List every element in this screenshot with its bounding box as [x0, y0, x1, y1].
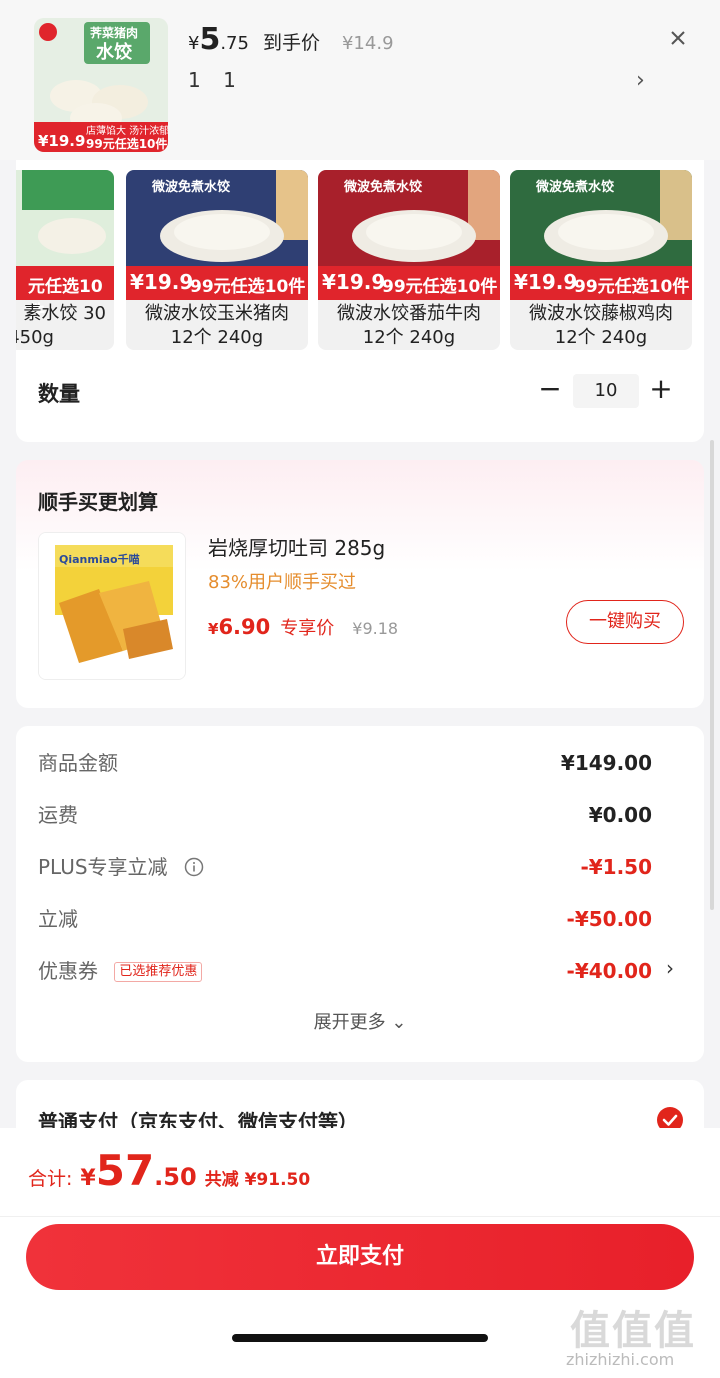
promo-price: ¥19.9: [130, 270, 194, 294]
quantity-input[interactable]: 10: [573, 374, 639, 408]
variant-name: 微波水饺番茄牛肉: [337, 303, 481, 324]
cross-sell-original-price: ¥9.18: [352, 619, 399, 638]
summary-row: 立减 -¥50.00: [38, 904, 652, 934]
summary-label: PLUS专享立减: [38, 855, 168, 879]
divider: [0, 1216, 720, 1217]
cross-sell-product-name[interactable]: 岩烧厚切吐司 285g: [208, 532, 385, 561]
thumb-promo-text: 99元任选10件: [86, 137, 168, 151]
thumb-subtitle: 水饺: [96, 42, 132, 63]
price-summary-card: 商品金额 ¥149.00 运费 ¥0.00 PLUS专享立减 -¥1.50 立减…: [16, 726, 704, 1062]
home-indicator[interactable]: [232, 1334, 488, 1342]
summary-label: 商品金额: [38, 751, 118, 775]
variant-option[interactable]: 微波免煮水饺 ¥19.9 99元任选10件 微波水饺番茄牛肉 12个 240g: [318, 170, 500, 350]
summary-value: ¥149.00: [560, 751, 652, 775]
variant-spec: 12个 240g: [554, 327, 648, 348]
quantity-label: 数量: [38, 382, 80, 406]
summary-row: PLUS专享立减 -¥1.50: [38, 852, 652, 882]
price-decimal: .75: [220, 33, 249, 54]
variant-spec: 12个 240g: [170, 327, 264, 348]
price-currency: ¥: [188, 33, 200, 54]
header-price: ¥ 5 .75 到手价 ¥14.9: [188, 22, 394, 57]
product-thumbnail[interactable]: 荠菜猪肉 水饺 店薄馅大 汤汁浓郁 ¥19.9 99元任选10件: [34, 18, 168, 152]
cross-sell-price-tag: 专享价: [280, 618, 335, 639]
summary-value: -¥1.50: [580, 855, 652, 879]
checkout-bar: 合计: ¥ 57 .50 共减 ¥91.50 立即支付 值值值 zhizhizh…: [0, 1128, 720, 1378]
cross-sell-brand: Qianmiao千喵: [59, 553, 140, 566]
quantity-decrease-button[interactable]: −: [536, 374, 564, 404]
total-currency: ¥: [80, 1166, 96, 1191]
promo-text: 99元任选10件: [382, 277, 498, 297]
variant-brand: 微波免煮水饺: [536, 180, 615, 195]
cross-sell-card: 顺手买更划算 Qianmiao千喵 岩烧厚切吐司 285g 83%用户顺手买过 …: [16, 460, 704, 708]
variant-spec: 12个 240g: [362, 327, 456, 348]
promo-badge: ¥19.9 99元任选10件: [318, 266, 500, 300]
quantity-increase-button[interactable]: +: [646, 374, 676, 404]
variants-card: 元任选10件 素水饺 30 450g 微波免煮水饺 ¥19.9 99元任选10件…: [16, 160, 704, 442]
price-integer: 5: [199, 22, 221, 57]
variant-option[interactable]: 微波免煮水饺 ¥19.9 99元任选10件 微波水饺玉米猪肉 12个 240g: [126, 170, 308, 350]
cross-sell-bought-text: 83%用户顺手买过: [208, 572, 357, 593]
promo-badge: 元任选10件: [16, 266, 114, 322]
summary-label: 运费: [38, 803, 78, 827]
summary-value: ¥0.00: [588, 803, 652, 827]
summary-row: 商品金额 ¥149.00: [38, 748, 652, 778]
price-tag: 到手价: [262, 32, 320, 54]
order-total: 合计: ¥ 57 .50 共减 ¥91.50: [28, 1146, 310, 1195]
variant-name: 素水饺 30: [23, 303, 106, 324]
summary-row: 运费 ¥0.00: [38, 800, 652, 830]
quick-buy-button[interactable]: 一键购买: [566, 600, 684, 644]
close-icon[interactable]: [668, 28, 688, 48]
total-integer: 57: [95, 1146, 155, 1195]
variant-image: [16, 170, 114, 266]
watermark-url: zhizhizhi.com: [566, 1350, 675, 1369]
summary-label: 优惠券: [38, 959, 98, 983]
promo-badge: ¥19.9 99元任选10件: [510, 266, 692, 300]
variant-brand: 微波免煮水饺: [344, 180, 423, 195]
promo-price: ¥19.9: [322, 270, 386, 294]
cross-sell-currency: ¥: [208, 620, 219, 638]
cross-sell-price-value: 6.90: [218, 615, 271, 639]
cross-sell-title: 顺手买更划算: [38, 490, 158, 514]
summary-value: -¥50.00: [566, 907, 652, 931]
chevron-right-icon[interactable]: ›: [636, 68, 645, 93]
total-decimal: .50: [154, 1163, 197, 1191]
cross-sell-image[interactable]: Qianmiao千喵: [38, 532, 186, 680]
variant-spec: 450g: [16, 327, 54, 348]
summary-label: 立减: [38, 907, 78, 931]
pay-now-button[interactable]: 立即支付: [26, 1224, 694, 1290]
coupon-tag: 已选推荐优惠: [114, 962, 203, 982]
total-savings: 共减 ¥91.50: [204, 1170, 311, 1190]
summary-label-wrap: 优惠券 已选推荐优惠: [38, 956, 203, 986]
variant-brand: 微波免煮水饺: [152, 180, 231, 195]
product-sheet-header: 荠菜猪肉 水饺 店薄馅大 汤汁浓郁 ¥19.9 99元任选10件 ¥ 5 .75…: [0, 0, 720, 160]
variant-option[interactable]: 元任选10件 素水饺 30 450g: [16, 170, 114, 350]
cross-sell-price: ¥ 6.90 专享价 ¥9.18: [208, 614, 398, 640]
variant-option[interactable]: 微波免煮水饺 ¥19.9 99元任选10件 微波水饺藤椒鸡肉 12个 240g: [510, 170, 692, 350]
promo-badge: ¥19.9 99元任选10件: [126, 266, 308, 300]
promo-text: 99元任选10件: [574, 277, 690, 297]
expand-more-button[interactable]: 展开更多 ⌄: [16, 1008, 704, 1034]
promo-text: 99元任选10件: [190, 277, 306, 297]
scrollbar[interactable]: [710, 440, 714, 910]
original-price: ¥14.9: [341, 33, 394, 54]
variant-name: 微波水饺藤椒鸡肉: [529, 303, 673, 324]
thumb-promo-price: ¥19.9: [38, 132, 86, 150]
watermark-logo: 值值值: [570, 1308, 696, 1354]
variant-name: 微波水饺玉米猪肉: [145, 303, 289, 324]
total-label: 合计:: [28, 1168, 73, 1190]
coupon-row[interactable]: 优惠券 已选推荐优惠 -¥40.00: [38, 956, 652, 986]
summary-label-wrap: PLUS专享立减: [38, 852, 204, 882]
promo-price: ¥19.9: [514, 270, 578, 294]
selected-spec[interactable]: 1 1: [188, 68, 244, 92]
chevron-right-icon[interactable]: ›: [666, 956, 674, 980]
info-icon[interactable]: [184, 857, 204, 877]
summary-value: -¥40.00: [566, 959, 652, 983]
